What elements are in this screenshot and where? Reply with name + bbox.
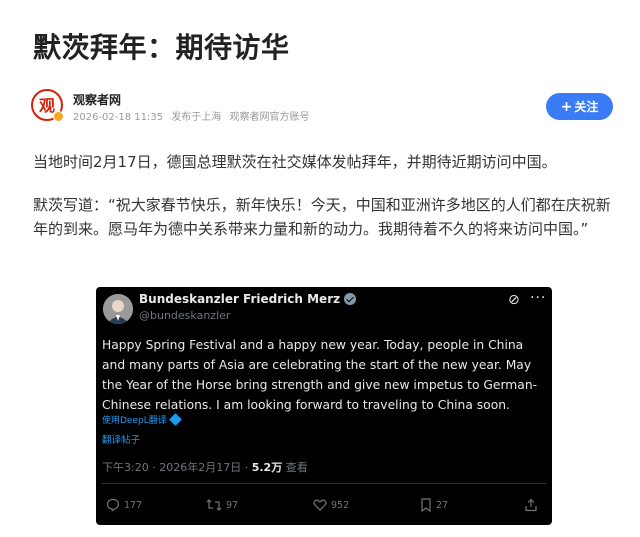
- plus-icon: +: [560, 98, 573, 115]
- article-paragraph: 当地时间2月17日，德国总理默茨在社交媒体发帖拜年，并期待近期访问中国。: [33, 153, 557, 171]
- verified-icon: [344, 293, 357, 305]
- tweet-text: Happy Spring Festival and a happy new ye…: [102, 338, 538, 412]
- author-name[interactable]: 观察者网: [73, 91, 121, 108]
- publish-location: 发布于上海: [171, 112, 222, 123]
- bookmark-icon: [421, 498, 431, 512]
- tweet-avatar: [103, 294, 133, 324]
- tweet-date: 2026年2月17日: [159, 461, 242, 474]
- tweet-handle: @bundeskanzler: [139, 309, 231, 322]
- follow-button[interactable]: + 关注: [546, 93, 613, 120]
- author-block: 观 观察者网 2026-02-18 11:35 发布于上海 观察者网官方账号: [31, 89, 611, 125]
- share-action: [524, 498, 542, 512]
- repost-icon: [206, 499, 222, 511]
- deepl-translate-note: 使用DeepL翻译: [102, 413, 182, 426]
- reply-icon: [106, 498, 120, 512]
- tweet-meta: 下午3:20 · 2026年2月17日 · 5.2万 查看: [102, 461, 308, 474]
- account-type: 观察者网官方账号: [229, 112, 310, 123]
- share-icon: [525, 498, 537, 512]
- publish-datetime: 2026-02-18 11:35: [73, 112, 164, 123]
- verified-badge-icon: [53, 111, 64, 122]
- tweet-display-name: Bundeskanzler Friedrich Merz: [139, 292, 357, 306]
- translate-post-link: 翻译帖子: [102, 435, 141, 446]
- article-title: 默茨拜年：期待访华: [33, 31, 290, 64]
- tweet-views-label: 查看: [285, 461, 308, 474]
- bookmark-action: 27: [420, 498, 448, 512]
- like-action: 952: [313, 498, 349, 512]
- reply-action: 177: [106, 498, 142, 512]
- tweet-action-bar: 177 97 952 27: [102, 498, 546, 514]
- embedded-tweet-screenshot: Bundeskanzler Friedrich Merz @bundeskanz…: [96, 287, 552, 525]
- grok-icon: ⊘: [508, 292, 520, 308]
- tweet-time: 下午3:20: [102, 461, 149, 474]
- tweet-divider: [102, 483, 546, 484]
- follow-label: 关注: [574, 100, 599, 114]
- article-paragraph: 默茨写道：“祝大家春节快乐，新年快乐！今天，中国和亚洲许多地区的人们都在庆祝新年…: [33, 196, 611, 238]
- more-icon: ···: [530, 290, 547, 306]
- repost-action: 97: [206, 498, 238, 512]
- heart-icon: [313, 499, 327, 511]
- tweet-views-count: 5.2万: [251, 461, 283, 474]
- author-meta: 2026-02-18 11:35 发布于上海 观察者网官方账号: [73, 108, 315, 123]
- deepl-icon: [168, 413, 182, 426]
- svg-text:观: 观: [39, 96, 55, 115]
